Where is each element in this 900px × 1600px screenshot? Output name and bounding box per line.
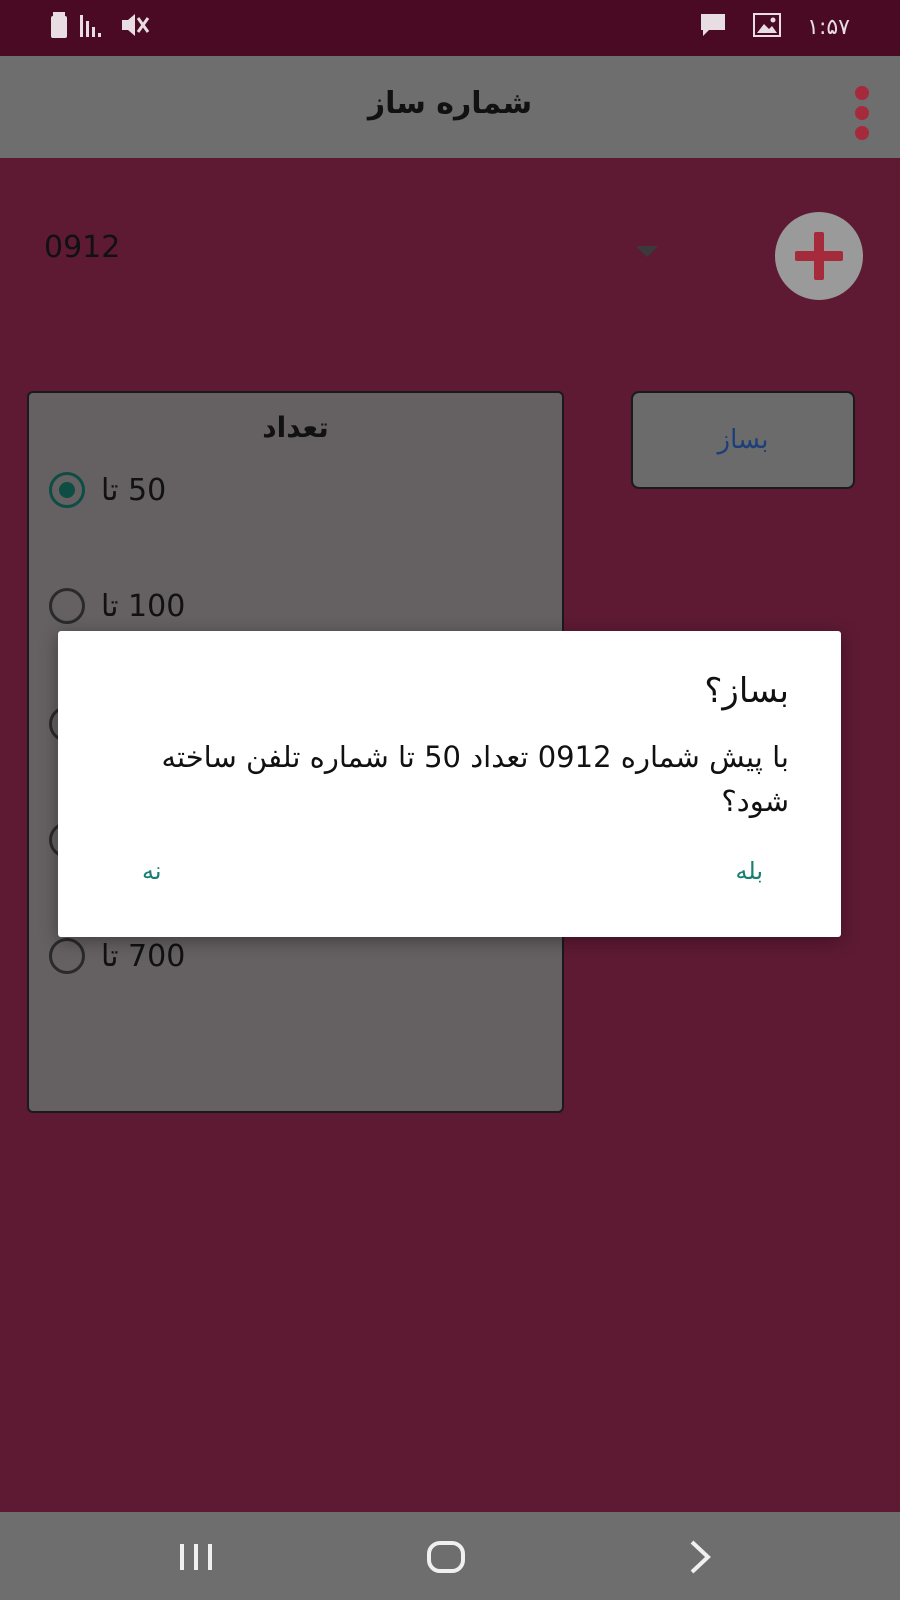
navigation-bar <box>0 1512 900 1600</box>
radio-label: 50 تا <box>101 472 167 508</box>
dropdown-arrow-icon <box>636 246 658 257</box>
count-panel-title: تعداد <box>262 411 329 444</box>
build-button[interactable]: بساز <box>631 391 855 489</box>
signal-icon <box>80 13 108 41</box>
radio-option-50[interactable]: 50 تا <box>49 465 166 515</box>
kebab-menu-icon[interactable] <box>852 86 872 142</box>
status-time: ۱:۵۷ <box>807 14 850 40</box>
app-title: شماره ساز <box>367 86 533 121</box>
image-icon <box>753 13 782 41</box>
radio-button-checked[interactable] <box>49 472 85 508</box>
radio-option-100[interactable]: 100 تا <box>49 581 185 631</box>
plus-icon <box>795 232 843 280</box>
dialog-yes-button[interactable]: بله <box>736 857 764 885</box>
dialog-message: با پیش شماره 0912 تعداد 50 تا شماره تلفن… <box>161 740 789 818</box>
build-button-label: بساز <box>717 425 769 455</box>
dialog-title: بساز؟ <box>704 671 789 711</box>
app-bar: شماره ساز <box>0 56 900 158</box>
status-bar: ۱:۵۷ <box>0 0 900 56</box>
recent-apps-icon[interactable] <box>176 1536 216 1580</box>
battery-icon <box>50 12 68 42</box>
add-button[interactable] <box>775 212 863 300</box>
prefix-spinner[interactable]: 0912 <box>44 224 664 280</box>
confirm-dialog: بساز؟ با پیش شماره 0912 تعداد 50 تا شمار… <box>58 631 841 937</box>
radio-button[interactable] <box>49 588 85 624</box>
status-right-area: ۱:۵۷ <box>699 12 850 42</box>
status-left-icons <box>50 12 150 42</box>
home-icon[interactable] <box>426 1536 466 1580</box>
radio-button[interactable] <box>49 938 85 974</box>
mute-icon <box>120 12 150 42</box>
back-icon[interactable] <box>680 1536 720 1580</box>
prefix-value: 0912 <box>44 230 121 265</box>
radio-label: 100 تا <box>101 588 186 624</box>
radio-option-700[interactable]: 700 تا <box>49 931 185 981</box>
dialog-no-button[interactable]: نه <box>142 857 162 885</box>
radio-label: 700 تا <box>101 938 186 974</box>
message-icon <box>699 12 727 42</box>
